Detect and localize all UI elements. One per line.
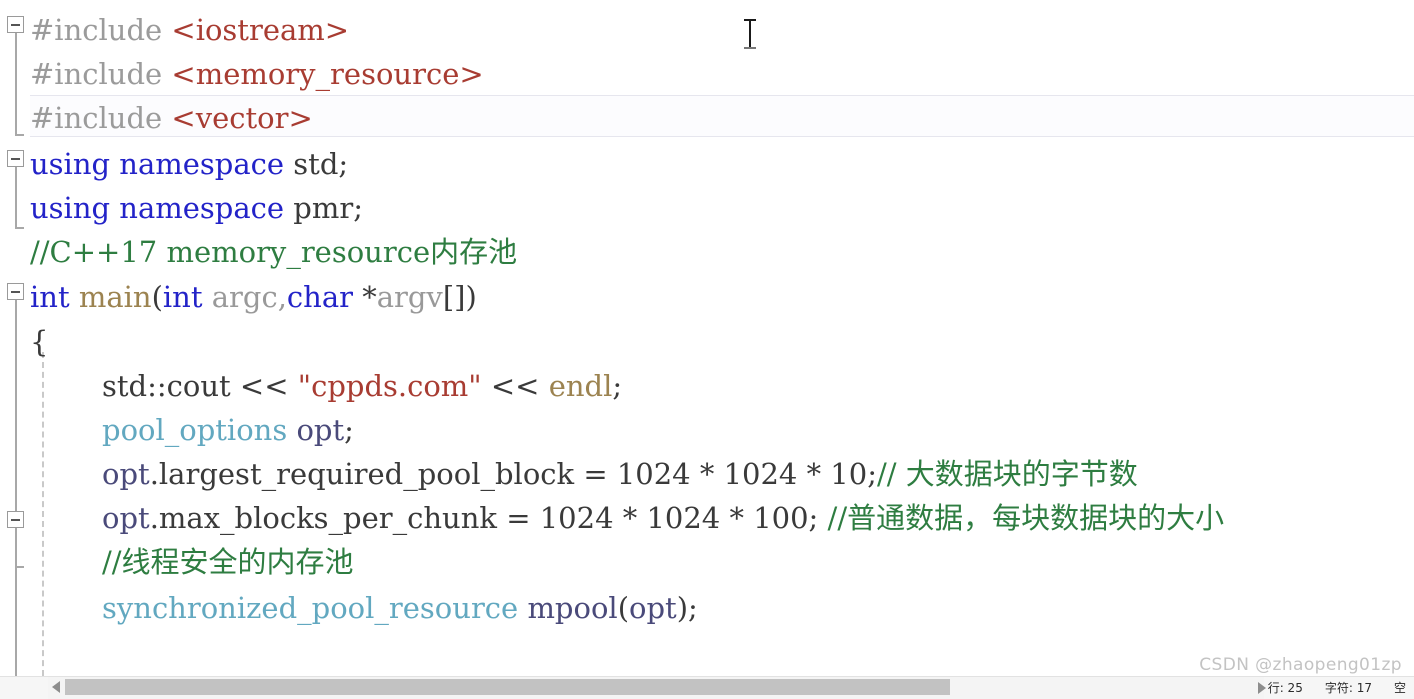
fold-toggle-block[interactable] — [7, 511, 24, 528]
code-token: pmr; — [293, 191, 363, 225]
code-token: "cppds.com" — [297, 369, 482, 403]
fold-bracket-line — [15, 167, 17, 229]
code-token: ; — [612, 369, 623, 403]
code-token: opt — [102, 501, 150, 535]
code-token: ( — [151, 280, 163, 314]
code-token: endl — [548, 369, 613, 403]
code-token: ( — [617, 591, 630, 625]
code-token: <vector> — [171, 101, 313, 135]
csdn-watermark: CSDN @zhaopeng01zp — [1199, 655, 1402, 675]
code-token: argc, — [211, 280, 287, 314]
code-token: << — [239, 369, 298, 403]
fold-bracket-foot — [15, 134, 24, 136]
fold-toggle-includes[interactable] — [7, 16, 24, 33]
code-token: int — [162, 280, 212, 314]
code-token: // 大数据块的字节数 — [876, 457, 1138, 491]
code-line: using namespace std; — [30, 142, 348, 186]
triangle-left-icon[interactable] — [52, 681, 60, 693]
status-column-number: 字符: 17 — [1324, 681, 1372, 695]
status-bar: 行: 25 字符: 17 空 — [1268, 676, 1414, 699]
code-line: #include <memory_resource> — [30, 52, 484, 96]
code-token: << — [481, 369, 549, 403]
code-token: { — [30, 325, 49, 359]
fold-toggle-using[interactable] — [7, 150, 24, 167]
code-token: argv — [376, 280, 443, 314]
code-token: <memory_resource> — [171, 57, 484, 91]
code-token: ); — [676, 591, 698, 625]
code-line: //C++17 memory_resource内存池 — [30, 230, 517, 274]
code-token: mpool — [527, 591, 618, 625]
fold-bracket-line — [15, 528, 17, 676]
code-token: int — [30, 280, 79, 314]
code-token: pool_options — [102, 413, 288, 447]
fold-gutter[interactable] — [0, 0, 30, 676]
code-line: opt.max_blocks_per_chunk = 1024 * 1024 *… — [102, 496, 1224, 540]
code-token: #include — [30, 57, 172, 91]
fold-bracket-line — [15, 300, 17, 511]
code-token: #include — [30, 13, 172, 47]
code-editor-window: #include <iostream> #include <memory_reso… — [0, 0, 1414, 699]
code-line: #include <iostream> — [30, 8, 349, 52]
code-token: std; — [293, 147, 349, 181]
code-token: //普通数据，每块数据块的大小 — [827, 501, 1225, 535]
indent-guide — [42, 352, 44, 676]
status-mode: 空 — [1393, 681, 1406, 695]
code-line: int main(int argc,char *argv[]) — [30, 275, 477, 319]
scrollbar-thumb[interactable] — [65, 679, 950, 695]
code-token: opt — [296, 413, 345, 447]
status-line-number: 行: 25 — [1267, 681, 1303, 695]
triangle-right-icon[interactable] — [1258, 682, 1266, 694]
code-line: pool_options opt; — [102, 408, 354, 452]
fold-bracket-foot — [15, 227, 24, 229]
horizontal-scrollbar[interactable] — [0, 676, 1414, 699]
code-token: char — [286, 280, 363, 314]
code-token: opt — [629, 591, 677, 625]
code-line: using namespace pmr; — [30, 186, 363, 230]
fold-bracket-foot — [15, 566, 24, 568]
code-token: .max_blocks_per_chunk = 1024 * 1024 * 10… — [149, 501, 828, 535]
code-token: <iostream> — [171, 13, 350, 47]
code-line: //线程安全的内存池 — [102, 540, 354, 584]
code-token: std::cout — [102, 369, 240, 403]
code-token: opt — [102, 457, 150, 491]
fold-bracket-line — [15, 33, 17, 136]
code-line: synchronized_pool_resource mpool(opt); — [102, 586, 698, 630]
code-token: []) — [442, 280, 477, 314]
code-line: opt.largest_required_pool_block = 1024 *… — [102, 452, 1138, 496]
code-line: { — [30, 320, 48, 364]
editor-surface[interactable]: #include <iostream> #include <memory_reso… — [0, 0, 1414, 676]
code-token: .largest_required_pool_block = 1024 * 10… — [149, 457, 877, 491]
code-token: //线程安全的内存池 — [102, 545, 354, 579]
code-token: using namespace — [30, 191, 294, 225]
code-token: * — [362, 280, 377, 314]
code-token: ; — [344, 413, 354, 447]
code-token: using namespace — [30, 147, 294, 181]
code-token: synchronized_pool_resource — [102, 591, 519, 625]
code-token: //C++17 memory_resource内存池 — [30, 235, 518, 269]
code-line: #include <vector> — [30, 96, 313, 140]
fold-toggle-main[interactable] — [7, 283, 24, 300]
code-line: std::cout << "cppds.com" << endl; — [102, 364, 622, 408]
code-token: main — [78, 280, 152, 314]
code-token: #include — [30, 101, 172, 135]
mouse-text-cursor-icon — [744, 18, 756, 52]
